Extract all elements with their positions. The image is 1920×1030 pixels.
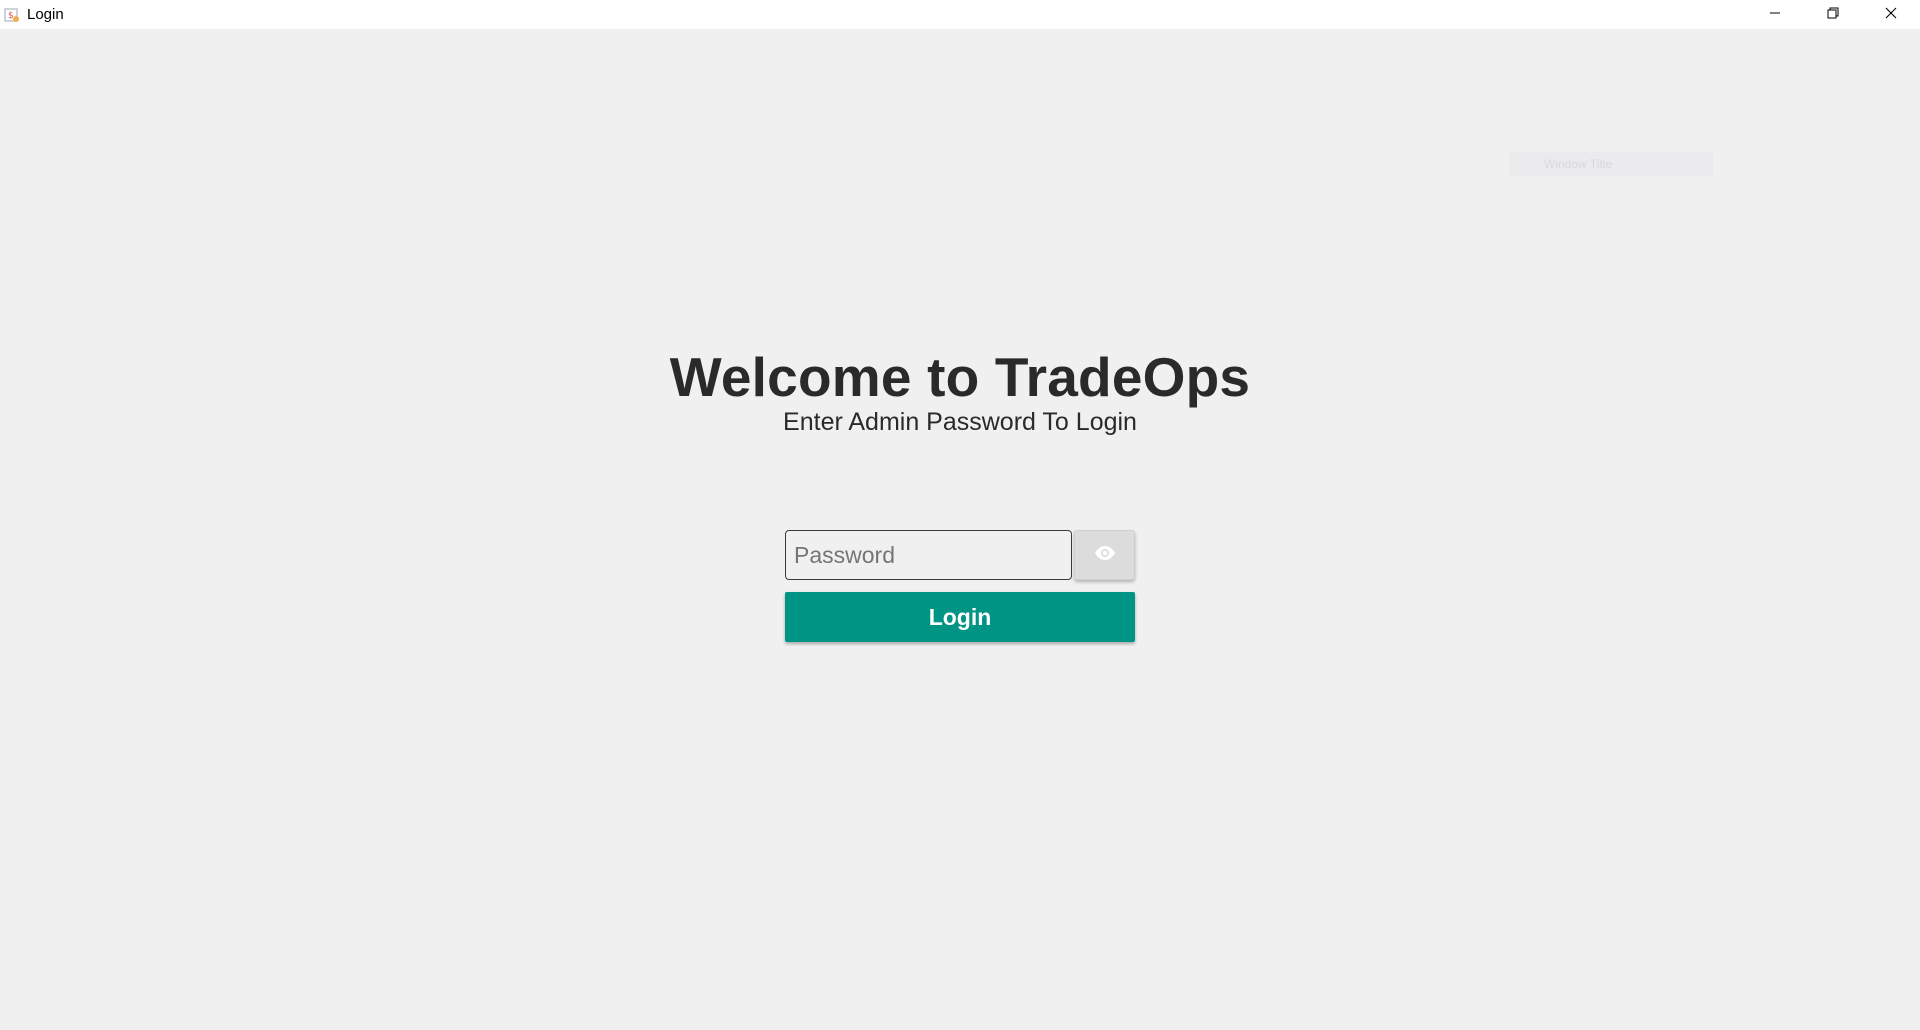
app-logo-icon: $ <box>3 6 21 24</box>
svg-text:$: $ <box>8 11 14 21</box>
page-subtitle: Enter Admin Password To Login <box>783 408 1137 436</box>
close-icon <box>1885 6 1897 24</box>
eye-icon <box>1094 545 1116 566</box>
title-bar[interactable]: $ Login <box>0 0 1920 29</box>
restore-icon <box>1827 6 1839 24</box>
window-title: Login <box>27 6 64 23</box>
minimize-button[interactable] <box>1746 0 1804 29</box>
page-title: Welcome to TradeOps <box>669 346 1251 408</box>
faint-overlay-text: Window Title <box>1544 157 1613 171</box>
faint-overlay: Window Title <box>1510 152 1713 176</box>
toggle-password-visibility-button[interactable] <box>1074 530 1135 580</box>
password-field[interactable] <box>785 530 1072 580</box>
close-button[interactable] <box>1862 0 1920 29</box>
minimize-icon <box>1769 6 1781 24</box>
login-window: $ Login Window Title Welcome to TradeOps… <box>0 0 1920 1030</box>
login-button[interactable]: Login <box>785 592 1135 642</box>
restore-button[interactable] <box>1804 0 1862 29</box>
window-controls <box>1746 0 1920 29</box>
